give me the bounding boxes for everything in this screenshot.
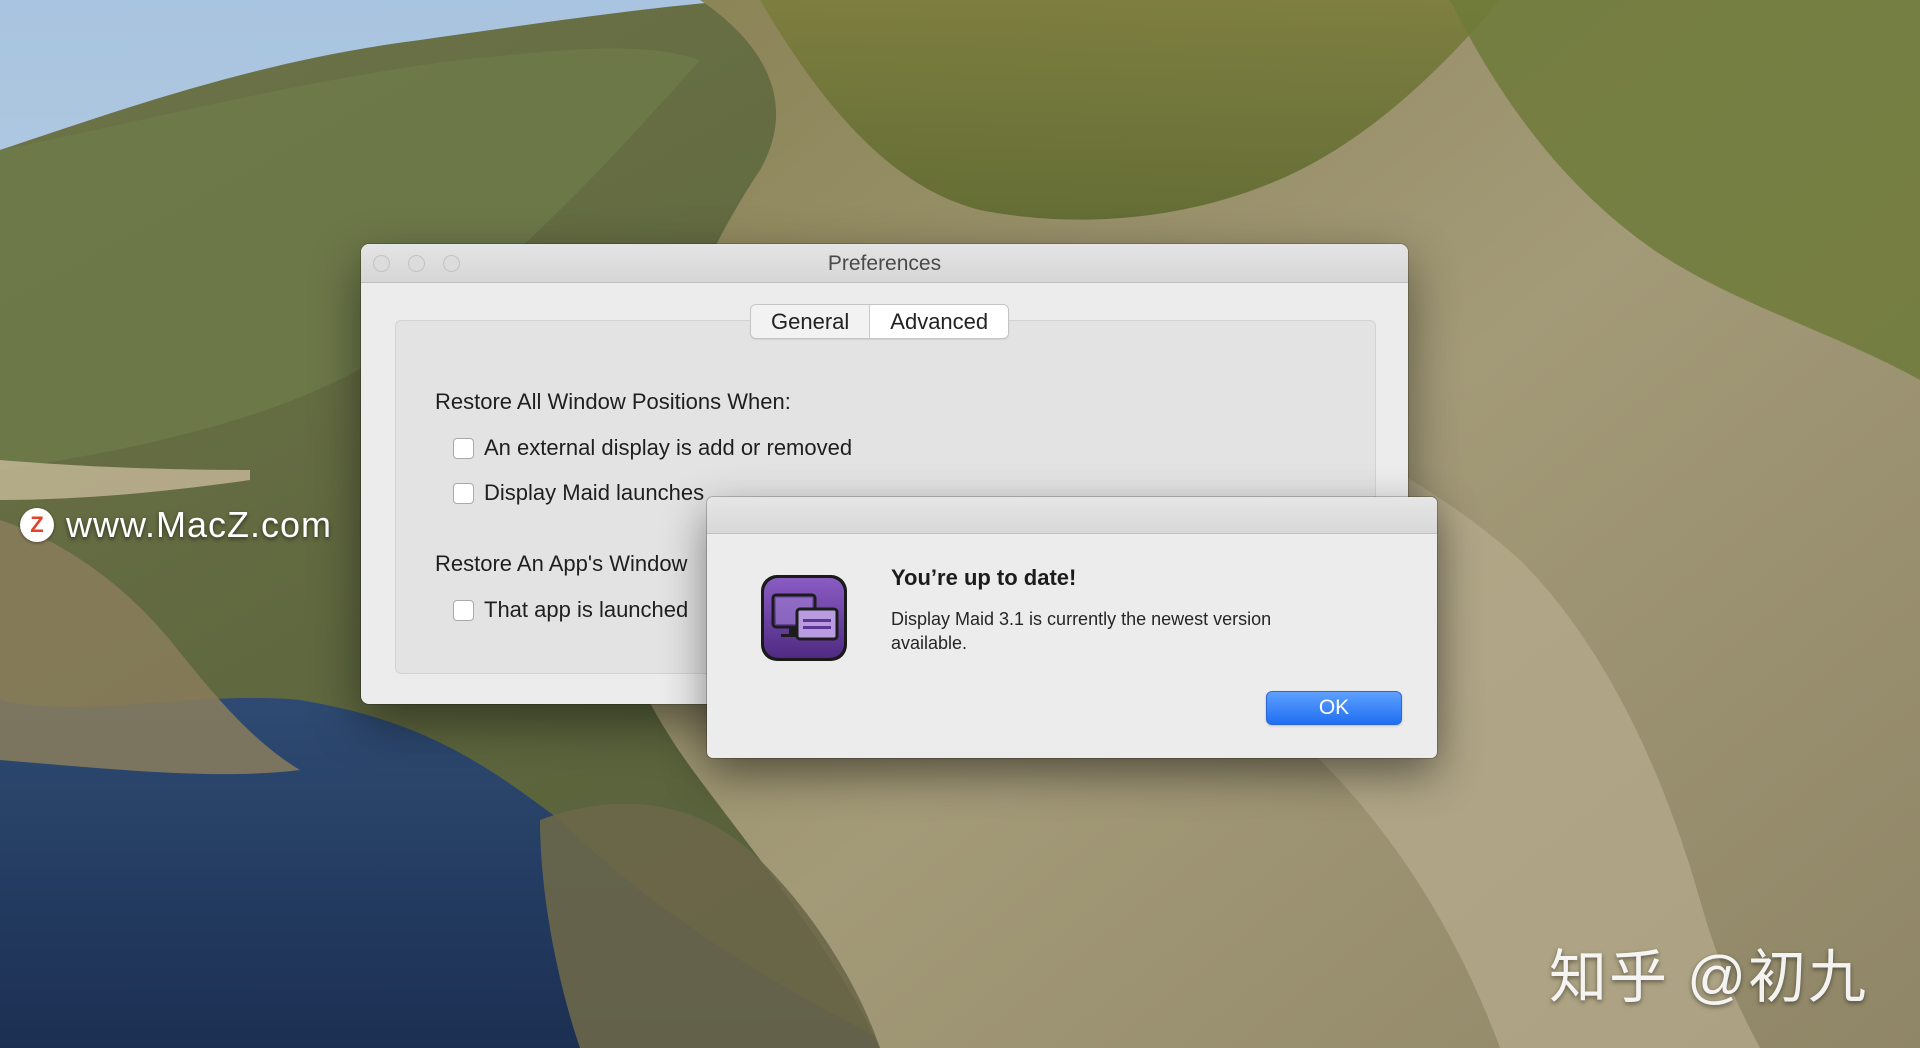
desktop: Z www.MacZ.com 知乎 @初九 Preferences Genera… xyxy=(0,0,1920,1048)
tab-advanced[interactable]: Advanced xyxy=(870,305,1009,338)
app-launched-label[interactable]: That app is launched xyxy=(484,597,688,623)
tab-general[interactable]: General xyxy=(751,305,871,338)
alert-titlebar xyxy=(707,497,1437,534)
site-watermark: Z www.MacZ.com xyxy=(20,504,332,546)
watermark-site-text: www.MacZ.com xyxy=(66,504,333,545)
update-alert-dialog: You’re up to date! Display Maid 3.1 is c… xyxy=(707,497,1437,758)
option-display-maid-launches[interactable]: Display Maid launches xyxy=(453,480,704,506)
display-maid-launches-label[interactable]: Display Maid launches xyxy=(484,480,704,506)
ok-button[interactable]: OK xyxy=(1266,691,1402,725)
restore-app-section-label: Restore An App's Window xyxy=(435,551,688,576)
restore-all-section-label: Restore All Window Positions When: xyxy=(435,389,791,414)
alert-message: Display Maid 3.1 is currently the newest… xyxy=(891,609,1272,653)
display-maid-launches-checkbox[interactable] xyxy=(453,482,474,504)
external-display-checkbox[interactable] xyxy=(453,437,474,459)
zhihu-watermark: 知乎 @初九 xyxy=(1549,945,1868,1010)
option-app-launched[interactable]: That app is launched xyxy=(453,597,688,623)
macz-logo-badge: Z xyxy=(20,508,54,542)
app-launched-checkbox[interactable] xyxy=(453,599,474,621)
external-display-label[interactable]: An external display is add or removed xyxy=(484,435,852,461)
display-maid-app-icon xyxy=(761,575,847,661)
preferences-titlebar[interactable]: Preferences xyxy=(361,244,1408,283)
window-title: Preferences xyxy=(827,252,942,275)
option-external-display[interactable]: An external display is add or removed xyxy=(453,435,852,461)
alert-heading: You’re up to date! xyxy=(891,565,1077,590)
preferences-tab-bar: General Advanced xyxy=(750,304,1010,339)
